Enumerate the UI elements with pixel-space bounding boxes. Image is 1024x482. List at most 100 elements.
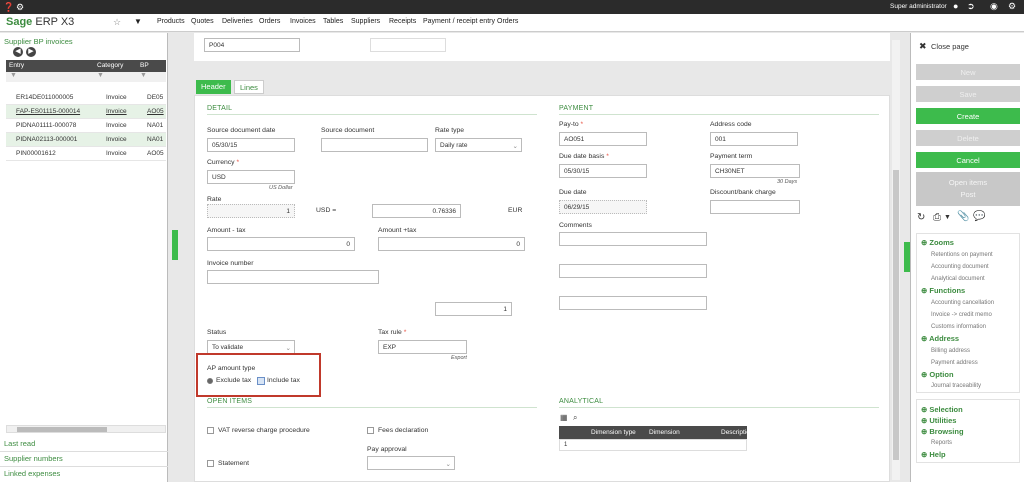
filter-icon[interactable]: ▼	[10, 72, 17, 79]
help-header[interactable]: ⊕ Help	[921, 450, 946, 459]
vertical-scrollbar[interactable]	[892, 40, 900, 480]
rate-type-select[interactable]: Daily rate ⌄	[435, 138, 522, 152]
vat-reverse-checkbox[interactable]	[207, 427, 214, 434]
collapse-left-toggle[interactable]	[172, 230, 178, 260]
code-field[interactable]: P004	[204, 38, 300, 52]
tax-rule-field[interactable]: EXP	[378, 340, 467, 354]
pay-approval-select[interactable]: ⌄	[367, 456, 455, 470]
blank-field[interactable]	[370, 38, 446, 52]
col-description[interactable]: Description	[721, 429, 754, 436]
menu-products[interactable]: Products	[157, 18, 185, 25]
globe-icon[interactable]: ◉	[990, 1, 998, 12]
menu-invoices[interactable]: Invoices	[290, 18, 316, 25]
comments-icon[interactable]: 💬	[973, 211, 985, 222]
table-row[interactable]: PIDNA01111-000078 Invoice NA01	[6, 119, 166, 133]
table-row[interactable]: ER14DE011000005 Invoice DE05	[6, 91, 166, 105]
tab-header[interactable]: Header	[196, 80, 231, 94]
help-icon[interactable]: ❓	[3, 2, 14, 13]
statement-checkbox[interactable]	[207, 460, 214, 467]
menu-payment-receipt-entry[interactable]: Payment / receipt entry	[423, 18, 495, 25]
app-logo[interactable]: Sage ERP X3	[6, 16, 74, 28]
grid-icon[interactable]: ▦	[560, 413, 568, 422]
option-item[interactable]: Journal traceability	[931, 383, 981, 389]
rate-field[interactable]: 1	[207, 204, 295, 218]
filter-icon[interactable]: ▼	[97, 72, 104, 79]
amount-tax-field[interactable]: 0	[207, 237, 355, 251]
link-supplier-numbers[interactable]: Supplier numbers	[4, 454, 63, 463]
utilities-header[interactable]: ⊕ Utilities	[921, 416, 956, 425]
address-item[interactable]: Billing address	[931, 348, 970, 354]
gear-icon[interactable]: ⚙	[1008, 1, 1016, 12]
rate-value-field[interactable]: 0.76336	[372, 204, 461, 218]
menu-suppliers[interactable]: Suppliers	[351, 18, 380, 25]
horizontal-scrollbar[interactable]	[6, 425, 166, 433]
zooms-header[interactable]: ⊕ Zooms	[921, 238, 954, 247]
search-icon[interactable]: ⌕	[573, 413, 577, 423]
table-row[interactable]: FAP-ES01115-000014 Invoice AO05	[6, 105, 166, 119]
address-code-field[interactable]: 001	[710, 132, 798, 146]
reports-item[interactable]: Reports	[931, 440, 952, 446]
menu-tables[interactable]: Tables	[323, 18, 343, 25]
user-name[interactable]: Super administrator	[890, 3, 947, 10]
delete-button[interactable]: Delete	[916, 130, 1020, 146]
payment-term-field[interactable]: CH30NET	[710, 164, 800, 178]
prev-icon[interactable]: ◀	[13, 47, 23, 57]
browsing-header[interactable]: ⊕ Browsing	[921, 427, 964, 436]
save-button[interactable]: Save	[916, 86, 1020, 102]
table-row[interactable]: PIDNA02113-000001 Invoice NA01	[6, 133, 166, 147]
left-panel-title[interactable]: Supplier BP invoices	[4, 37, 73, 46]
table-row[interactable]: 1	[559, 439, 747, 451]
source-doc-field[interactable]	[321, 138, 428, 152]
next-icon[interactable]: ▶	[26, 47, 36, 57]
print-icon[interactable]: ⎙	[933, 212, 941, 223]
selection-header[interactable]: ⊕ Selection	[921, 405, 963, 414]
comment-field-1[interactable]	[559, 232, 707, 246]
comment-field-2[interactable]	[559, 264, 707, 278]
currency-field[interactable]: USD	[207, 170, 295, 184]
zoom-item[interactable]: Retentions on payment	[931, 252, 993, 258]
refresh-icon[interactable]: ↻	[917, 212, 925, 223]
menu-orders[interactable]: Orders	[259, 18, 280, 25]
invoice-number-field[interactable]	[207, 270, 379, 284]
attachment-icon[interactable]: 📎	[957, 211, 969, 222]
col-category[interactable]: Category	[97, 62, 123, 69]
menu-orders-2[interactable]: Orders	[497, 18, 518, 25]
menu-receipts[interactable]: Receipts	[389, 18, 416, 25]
new-button[interactable]: New	[916, 64, 1020, 80]
address-header[interactable]: ⊕ Address	[921, 334, 959, 343]
link-linked-expenses[interactable]: Linked expenses	[4, 469, 60, 478]
source-doc-date-field[interactable]: 05/30/15	[207, 138, 295, 152]
menu-quotes[interactable]: Quotes	[191, 18, 214, 25]
filter-icon[interactable]: ▼	[140, 72, 147, 79]
due-date-basis-field[interactable]: 05/30/15	[559, 164, 647, 178]
col-entry[interactable]: Entry	[9, 62, 24, 69]
functions-header[interactable]: ⊕ Functions	[921, 286, 965, 295]
pay-to-field[interactable]: AO051	[559, 132, 647, 146]
tab-lines[interactable]: Lines	[234, 80, 264, 94]
open-items-button[interactable]: Open items	[916, 178, 1020, 187]
count-field[interactable]: 1	[435, 302, 512, 316]
settings-icon[interactable]: ⚙	[16, 2, 24, 13]
close-page-link[interactable]: Close page	[931, 42, 969, 51]
fees-declaration-checkbox[interactable]	[367, 427, 374, 434]
create-button[interactable]: Create	[916, 108, 1020, 124]
col-dimension[interactable]: Dimension	[649, 429, 680, 436]
zoom-item[interactable]: Accounting document	[931, 264, 989, 270]
function-item[interactable]: Invoice -> credit memo	[931, 312, 992, 318]
star-icon[interactable]: ☆	[113, 17, 121, 28]
comment-field-3[interactable]	[559, 296, 707, 310]
menu-deliveries[interactable]: Deliveries	[222, 18, 253, 25]
close-icon[interactable]: ✖	[919, 41, 927, 52]
chevron-down-icon[interactable]: ▼	[944, 214, 951, 221]
logout-icon[interactable]: ➲	[967, 1, 975, 12]
col-dimension-type[interactable]: Dimension type	[591, 429, 636, 436]
function-item[interactable]: Accounting cancellation	[931, 300, 994, 306]
table-row[interactable]: PIN00001612 Invoice AO05	[6, 147, 166, 161]
chevron-down-icon[interactable]: ▼	[134, 17, 142, 26]
address-item[interactable]: Payment address	[931, 360, 978, 366]
link-last-read[interactable]: Last read	[4, 439, 35, 448]
function-item[interactable]: Customs information	[931, 324, 986, 330]
status-select[interactable]: To validate ⌄	[207, 340, 295, 354]
col-bp[interactable]: BP	[140, 62, 149, 69]
due-date-field[interactable]: 06/29/15	[559, 200, 647, 214]
